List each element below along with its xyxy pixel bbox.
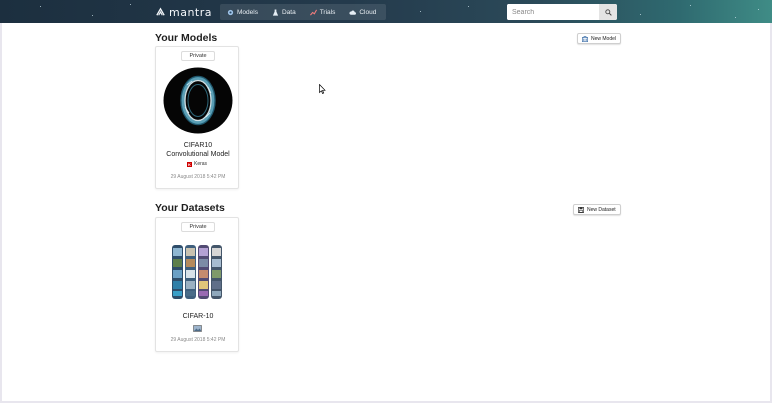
new-model-label: New Model: [591, 35, 617, 42]
datasets-section-title: Your Datasets: [155, 202, 225, 214]
new-model-button[interactable]: New Model: [577, 33, 622, 44]
cloud-icon: [349, 10, 357, 15]
search-icon: [604, 8, 612, 16]
nav-tab-data[interactable]: Data: [265, 4, 303, 20]
dataset-created-date: 29 August 2018 5:42 PM: [170, 337, 226, 343]
nav-tab-label: Cloud: [359, 8, 377, 16]
mantra-logo[interactable]: mantra: [155, 5, 212, 19]
model-framework: K Keras: [187, 161, 207, 167]
page-frame: [0, 0, 772, 403]
mouse-cursor-icon: [319, 84, 326, 94]
mantra-logo-icon: [156, 7, 165, 16]
dataset-card[interactable]: Private CIFAR-10 29 August 2018 5:42 PM: [155, 217, 239, 352]
model-created-date: 29 August 2018 5:42 PM: [170, 174, 226, 180]
data-icon: [272, 8, 279, 16]
new-dataset-label: New Dataset: [587, 206, 616, 213]
nav-tab-cloud[interactable]: Cloud: [342, 4, 383, 20]
model-thumbnail: [163, 67, 233, 134]
logo-text: mantra: [169, 5, 213, 19]
privacy-badge: Private: [181, 222, 215, 232]
nav-tab-label: Trials: [319, 8, 336, 16]
model-name-line2: Convolutional Model: [166, 151, 230, 158]
privacy-badge: Private: [181, 51, 215, 61]
image-type-icon: [193, 325, 202, 332]
dataset-name: CIFAR-10: [182, 313, 214, 320]
new-dataset-icon: [578, 206, 584, 213]
nav-tab-label: Models: [237, 8, 258, 16]
new-model-icon: [582, 35, 588, 42]
new-dataset-button[interactable]: New Dataset: [573, 204, 621, 215]
nav-tab-models[interactable]: Models: [220, 4, 265, 20]
model-card[interactable]: Private CIFAR10 Convolutional Model K Ke…: [155, 46, 239, 189]
keras-icon: K: [187, 161, 192, 167]
search-bar: [507, 4, 617, 20]
trials-icon: [309, 9, 317, 15]
dataset-thumbnail: [172, 245, 222, 299]
nav-tab-label: Data: [281, 8, 296, 16]
model-name-line1: CIFAR10: [183, 142, 213, 149]
search-input[interactable]: [507, 4, 599, 20]
search-button[interactable]: [599, 4, 617, 20]
models-icon: [227, 9, 234, 15]
framework-label: Keras: [194, 161, 208, 167]
main-nav-tabs: Models Data Trials Cloud: [220, 4, 386, 20]
top-navbar: mantra Models Data Trials Cloud: [0, 0, 772, 23]
nav-tab-trials[interactable]: Trials: [303, 4, 343, 20]
models-section-title: Your Models: [155, 32, 218, 44]
